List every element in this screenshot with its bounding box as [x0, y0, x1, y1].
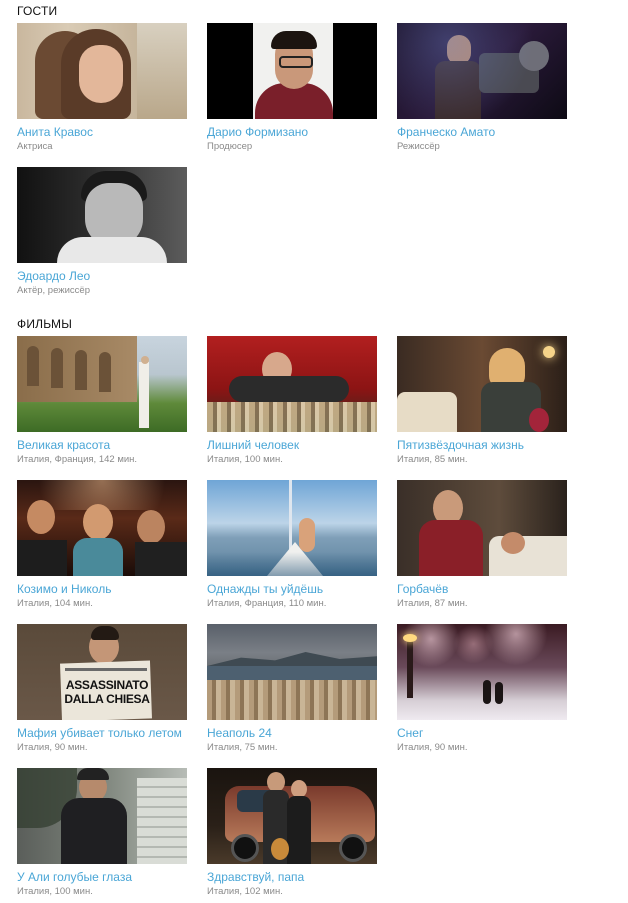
film-card-cosimo-nicole[interactable]: Козимо и Николь Италия, 104 мин.	[17, 480, 187, 609]
film-info: Италия, 87 мин.	[397, 598, 468, 609]
film-info: Италия, 100 мин.	[207, 454, 283, 465]
guest-name[interactable]: Франческо Амато	[397, 125, 495, 139]
guest-name[interactable]: Дарио Формизано	[207, 125, 308, 139]
film-card-great-beauty[interactable]: Великая красота Италия, Франция, 142 мин…	[17, 336, 187, 465]
film-poster[interactable]: ASSASSINATO DALLA CHIESA	[17, 624, 187, 720]
film-poster[interactable]	[17, 768, 187, 864]
guest-photo[interactable]	[397, 23, 567, 119]
guest-photo[interactable]	[17, 167, 187, 263]
guest-name[interactable]: Анита Кравос	[17, 125, 93, 139]
newspaper-headline-2: DALLA CHIESA	[64, 692, 150, 706]
guest-card-anita-kravos[interactable]: Анита Кравос Актриса	[17, 23, 187, 152]
guest-name[interactable]: Эдоардо Лео	[17, 269, 90, 283]
film-poster[interactable]	[207, 480, 377, 576]
film-info: Италия, Франция, 142 мин.	[17, 454, 138, 465]
film-title[interactable]: Неаполь 24	[207, 726, 272, 740]
guest-role: Актёр, режиссёр	[17, 285, 90, 296]
film-title[interactable]: Горбачёв	[397, 582, 448, 596]
film-card-mafia-only-kills-summer[interactable]: ASSASSINATO DALLA CHIESA Мафия убивает т…	[17, 624, 187, 753]
film-card-ali-blue-eyes[interactable]: У Али голубые глаза Италия, 100 мин.	[17, 768, 187, 897]
film-poster[interactable]	[207, 768, 377, 864]
guest-role: Актриса	[17, 141, 53, 152]
film-info: Италия, 102 мин.	[207, 886, 283, 897]
guest-photo[interactable]	[17, 23, 187, 119]
guest-card-edoardo-leo[interactable]: Эдоардо Лео Актёр, режиссёр	[17, 167, 187, 296]
guest-card-dario-formisano[interactable]: Дарио Формизано Продюсер	[207, 23, 377, 152]
film-card-one-day-you-leave[interactable]: Однажды ты уйдёшь Италия, Франция, 110 м…	[207, 480, 377, 609]
film-card-five-star-life[interactable]: Пятизвёздочная жизнь Италия, 85 мин.	[397, 336, 567, 465]
film-poster[interactable]	[17, 480, 187, 576]
film-info: Италия, Франция, 110 мин.	[207, 598, 327, 609]
film-card-napoli-24[interactable]: Неаполь 24 Италия, 75 мин.	[207, 624, 377, 753]
film-info: Италия, 90 мин.	[17, 742, 88, 753]
film-title[interactable]: Однажды ты уйдёшь	[207, 582, 323, 596]
film-poster[interactable]	[207, 624, 377, 720]
film-title[interactable]: У Али голубые глаза	[17, 870, 132, 884]
films-heading: ФИЛЬМЫ	[17, 317, 73, 331]
film-info: Италия, 85 мин.	[397, 454, 468, 465]
film-poster[interactable]	[17, 336, 187, 432]
film-card-gorbaciof[interactable]: Горбачёв Италия, 87 мин.	[397, 480, 567, 609]
film-card-one-man-up[interactable]: Лишний человек Италия, 100 мин.	[207, 336, 377, 465]
film-title[interactable]: Великая красота	[17, 438, 110, 452]
guest-role: Режиссёр	[397, 141, 440, 152]
film-poster[interactable]	[397, 336, 567, 432]
film-card-snow[interactable]: Снег Италия, 90 мин.	[397, 624, 567, 753]
newspaper-headline-1: ASSASSINATO	[65, 678, 149, 692]
guest-photo[interactable]	[207, 23, 377, 119]
film-poster[interactable]	[397, 624, 567, 720]
film-poster[interactable]	[397, 480, 567, 576]
film-info: Италия, 104 мин.	[17, 598, 93, 609]
film-title[interactable]: Снег	[397, 726, 423, 740]
film-title[interactable]: Пятизвёздочная жизнь	[397, 438, 524, 452]
film-info: Италия, 90 мин.	[397, 742, 468, 753]
film-card-hello-dad[interactable]: Здравствуй, папа Италия, 102 мин.	[207, 768, 377, 897]
guest-role: Продюсер	[207, 141, 253, 152]
film-info: Италия, 75 мин.	[207, 742, 278, 753]
film-poster[interactable]	[207, 336, 377, 432]
film-info: Италия, 100 мин.	[17, 886, 93, 897]
guests-heading: ГОСТИ	[17, 4, 58, 18]
film-title[interactable]: Лишний человек	[207, 438, 299, 452]
guest-card-francesco-amato[interactable]: Франческо Амато Режиссёр	[397, 23, 567, 152]
film-title[interactable]: Козимо и Николь	[17, 582, 111, 596]
film-title[interactable]: Здравствуй, папа	[207, 870, 304, 884]
film-title[interactable]: Мафия убивает только летом	[17, 726, 182, 740]
